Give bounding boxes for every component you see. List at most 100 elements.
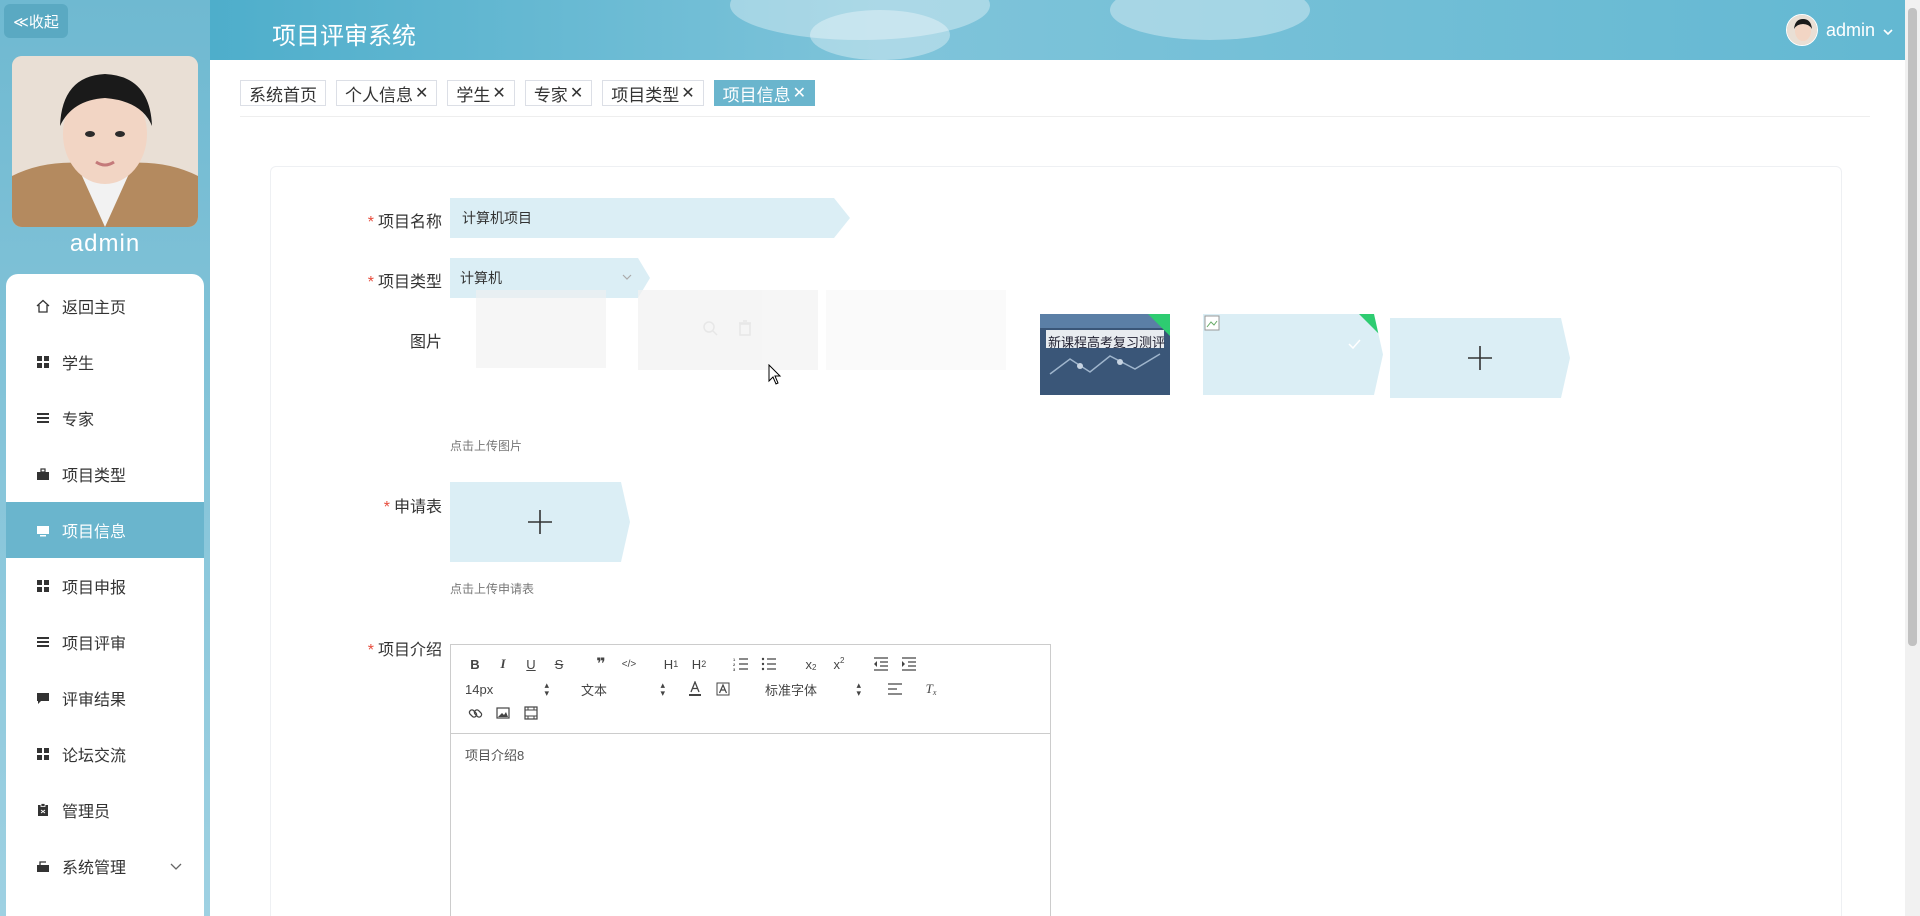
- rich-text-editor: B I U S ❞ </> H1 H2 123 x2 x2 14px ▴ ▾ 文…: [450, 644, 1051, 916]
- bold-button[interactable]: B: [465, 655, 485, 673]
- video-icon[interactable]: [521, 704, 541, 722]
- ordered-list-icon[interactable]: 123: [731, 655, 751, 673]
- sidebar-item-label: 项目评审: [62, 636, 127, 653]
- italic-button[interactable]: I: [493, 655, 513, 673]
- font-color-icon[interactable]: [685, 680, 705, 698]
- project-type-value: 计算机: [460, 270, 502, 286]
- sidebar-item-project-types[interactable]: 项目类型: [6, 446, 204, 502]
- background-color-icon[interactable]: [713, 680, 733, 698]
- tab-project-types[interactable]: 项目类型 ✕: [602, 80, 704, 106]
- font-size-value: 14px: [465, 681, 494, 697]
- editor-toolbar: B I U S ❞ </> H1 H2 123 x2 x2 14px ▴ ▾ 文…: [451, 645, 1050, 734]
- subscript-button[interactable]: x2: [801, 655, 821, 673]
- code-block-button[interactable]: </>: [619, 655, 639, 673]
- tab-personal-info[interactable]: 个人信息 ✕: [336, 80, 438, 106]
- sidebar-item-experts[interactable]: 专家: [6, 390, 204, 446]
- tab-label: 系统首页: [249, 85, 317, 105]
- tab-label: 专家: [533, 85, 568, 105]
- tab-students[interactable]: 学生 ✕: [447, 80, 515, 106]
- sidebar-item-label: 项目申报: [62, 580, 127, 597]
- sidebar-item-project-info[interactable]: 项目信息: [6, 502, 204, 558]
- align-left-icon[interactable]: [885, 680, 905, 698]
- text-style-select[interactable]: 文本 ▴ ▾: [581, 680, 665, 698]
- project-type-label: * 项目类型: [367, 274, 442, 291]
- sidebar-item-system-management[interactable]: 系统管理: [6, 838, 204, 894]
- avatar: [1785, 14, 1818, 46]
- tab-project-info[interactable]: 项目信息 ✕: [713, 80, 816, 106]
- chevron-down-icon: [1883, 20, 1893, 41]
- close-icon[interactable]: ✕: [570, 83, 583, 103]
- sidebar-item-label: 项目信息: [62, 524, 127, 541]
- grid-icon: [36, 355, 50, 369]
- sidebar-item-label: 评审结果: [62, 692, 127, 709]
- user-menu[interactable]: admin: [1785, 14, 1893, 46]
- project-name-input[interactable]: 计算机项目: [450, 198, 850, 238]
- chevron-down-icon: [170, 858, 182, 874]
- close-icon[interactable]: ✕: [492, 83, 505, 103]
- indent-icon[interactable]: [899, 655, 919, 673]
- scrollbar-thumb[interactable]: [1908, 8, 1917, 646]
- image-upload-hint: 点击上传图片: [450, 439, 523, 453]
- clipboard-icon: [36, 803, 50, 817]
- sidebar-item-label: 学生: [62, 356, 95, 373]
- editor-content[interactable]: 项目介绍8: [465, 745, 524, 764]
- sidebar-item-admins[interactable]: 管理员: [6, 782, 204, 838]
- sidebar-item-review-results[interactable]: 评审结果: [6, 670, 204, 726]
- uploaded-image-thumbnail[interactable]: [1203, 314, 1383, 395]
- tab-experts[interactable]: 专家 ✕: [524, 80, 593, 106]
- home-icon: [36, 299, 50, 313]
- tabs-divider: [240, 116, 1870, 117]
- grid-icon: [36, 579, 50, 593]
- collapse-sidebar-button[interactable]: ≪收起: [4, 4, 68, 38]
- sidebar-item-students[interactable]: 学生: [6, 334, 204, 390]
- up-down-arrows-icon: ▴ ▾: [660, 680, 665, 698]
- font-family-value: 标准字体: [765, 682, 818, 698]
- sidebar: ≪收起 admin 返回主页 学生 专家 项目类型 项目信息 项目申报 项目评审…: [0, 0, 210, 916]
- image-thumbnail-ghost: [826, 290, 1006, 370]
- clear-format-button[interactable]: Tx: [921, 680, 941, 698]
- link-icon[interactable]: [465, 704, 485, 722]
- text-style-value: 文本: [581, 682, 608, 698]
- font-family-select[interactable]: 标准字体 ▴ ▾: [765, 680, 861, 698]
- sidebar-item-label: 返回主页: [62, 300, 127, 317]
- monitor-icon: [36, 523, 50, 537]
- heading-2-button[interactable]: H2: [689, 655, 709, 673]
- image-upload-button[interactable]: [1390, 318, 1570, 398]
- project-name-label: * 项目名称: [367, 214, 442, 231]
- comment-icon: [36, 691, 50, 705]
- tab-label: 项目信息: [722, 85, 791, 105]
- close-icon[interactable]: ✕: [793, 83, 806, 103]
- sidebar-item-label: 系统管理: [62, 860, 127, 877]
- uploaded-image-caption: 新课程高考复习测评: [1048, 335, 1166, 350]
- up-down-arrows-icon: ▴ ▾: [856, 680, 861, 698]
- grid-icon: [36, 747, 50, 761]
- sidebar-item-forum[interactable]: 论坛交流: [6, 726, 204, 782]
- project-intro-label: * 项目介绍: [367, 642, 442, 659]
- sidebar-item-label: 管理员: [62, 804, 111, 821]
- outdent-icon[interactable]: [871, 655, 891, 673]
- sidebar-item-project-declaration[interactable]: 项目申报: [6, 558, 204, 614]
- close-icon[interactable]: ✕: [415, 83, 428, 103]
- sidebar-item-project-review[interactable]: 项目评审: [6, 614, 204, 670]
- application-upload-button[interactable]: [450, 482, 630, 562]
- mouse-cursor-icon: [768, 363, 782, 386]
- heading-1-button[interactable]: H1: [661, 655, 681, 673]
- sidebar-item-home[interactable]: 返回主页: [6, 278, 204, 334]
- uploaded-image-thumbnail[interactable]: 新课程高考复习测评: [1040, 314, 1170, 395]
- image-icon[interactable]: [493, 704, 513, 722]
- underline-button[interactable]: U: [521, 655, 541, 673]
- sidebar-item-label: 论坛交流: [62, 748, 127, 765]
- page-scrollbar[interactable]: [1905, 0, 1920, 916]
- plus-icon: [1466, 333, 1494, 383]
- settings-icon: [36, 859, 50, 873]
- close-icon[interactable]: ✕: [681, 83, 694, 103]
- app-title: 项目评审系统: [272, 23, 416, 50]
- delete-icon: [738, 320, 752, 341]
- bullet-list-icon[interactable]: [759, 655, 779, 673]
- blockquote-button[interactable]: ❞: [591, 655, 611, 673]
- superscript-button[interactable]: x2: [829, 655, 849, 673]
- svg-text:3: 3: [733, 667, 736, 671]
- tab-home[interactable]: 系统首页: [240, 80, 326, 106]
- strikethrough-button[interactable]: S: [549, 655, 569, 673]
- font-size-select[interactable]: 14px ▴ ▾: [465, 680, 549, 698]
